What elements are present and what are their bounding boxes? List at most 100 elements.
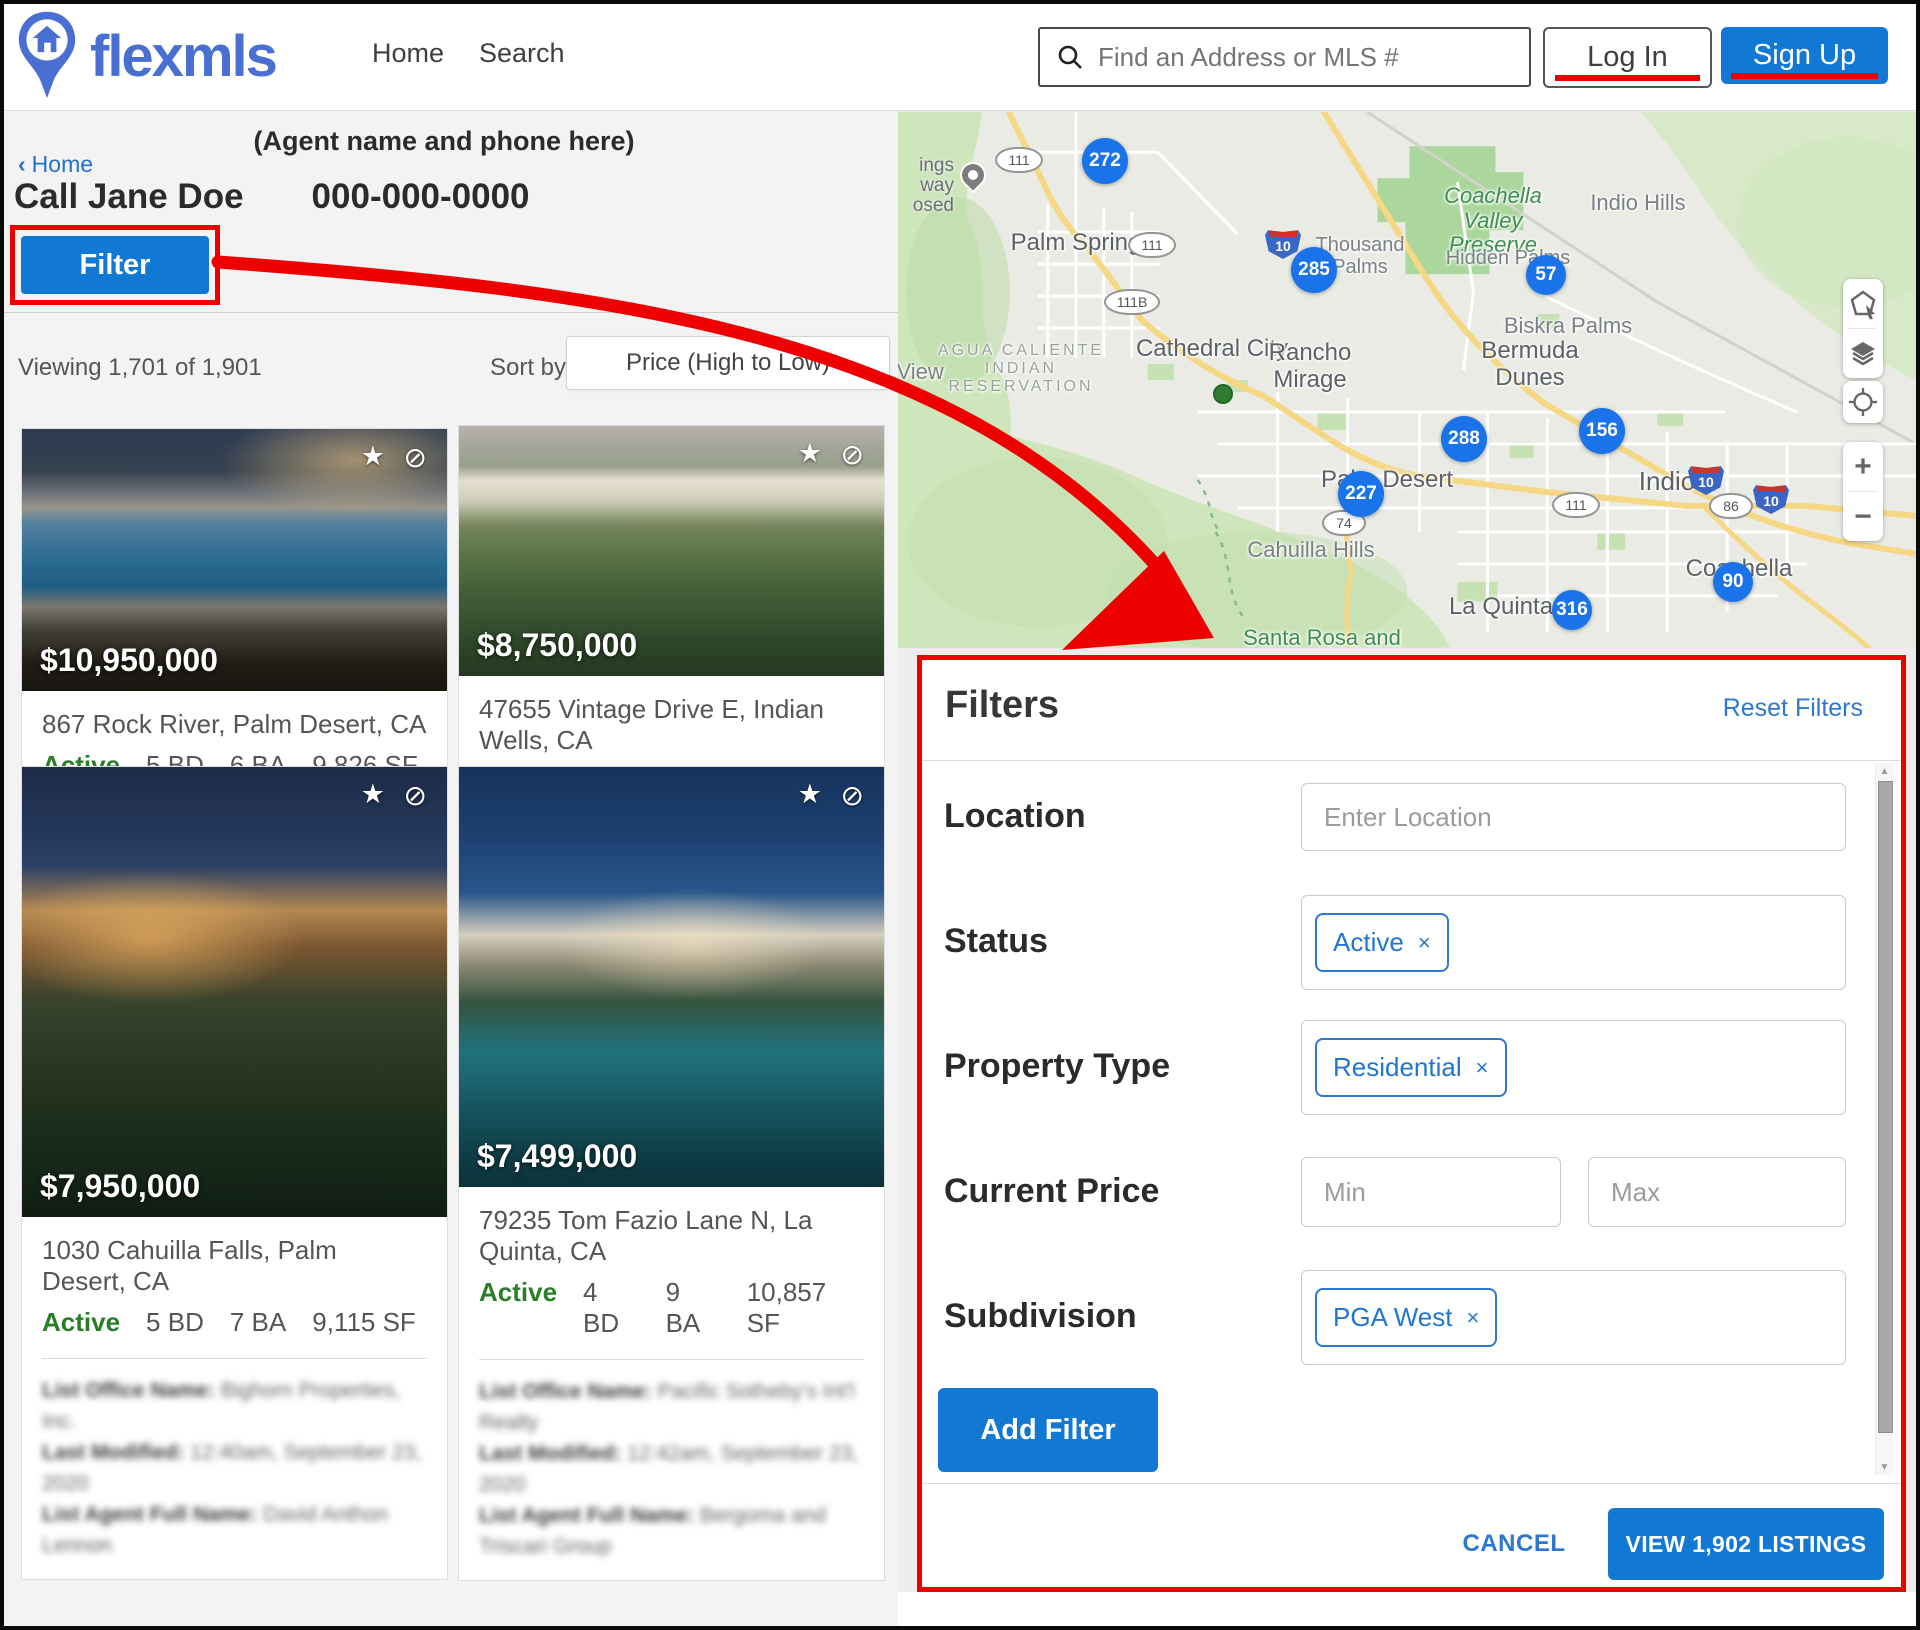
star-icon[interactable]: ★ (361, 779, 385, 810)
login-button[interactable]: Log In (1543, 27, 1712, 88)
listing-price: $7,950,000 (40, 1168, 200, 1205)
current-price-label: Current Price (944, 1172, 1159, 1211)
divider (479, 1359, 864, 1360)
star-icon[interactable]: ★ (798, 779, 822, 810)
cluster-marker[interactable]: 90 (1713, 562, 1753, 602)
listing-photo[interactable]: ★ ⊘ $10,950,000 (22, 429, 447, 691)
agent-phone[interactable]: 000-000-0000 (312, 177, 530, 217)
zoom-in-button[interactable]: + (1843, 442, 1883, 491)
listing-card[interactable]: ★ ⊘ $7,950,000 1030 Cahuilla Falls, Palm… (21, 766, 448, 1580)
listing-address: 1030 Cahuilla Falls, Palm Desert, CA (42, 1235, 427, 1297)
layers-button[interactable] (1843, 329, 1883, 378)
cluster-marker[interactable]: 285 (1291, 247, 1337, 293)
ban-icon[interactable]: ⊘ (841, 438, 864, 471)
listing-price: $10,950,000 (40, 642, 218, 679)
zoom-out-button[interactable]: − (1843, 492, 1883, 541)
close-icon[interactable]: × (1466, 1305, 1479, 1331)
listing-photo[interactable]: ★ ⊘ $7,499,000 (459, 767, 884, 1187)
property-type-label: Property Type (944, 1047, 1170, 1086)
layers-icon (1847, 338, 1879, 370)
locate-button[interactable] (1843, 381, 1883, 423)
search-input[interactable] (1096, 41, 1500, 74)
nav-search-link[interactable]: Search (479, 38, 565, 69)
baths: 9 BA (666, 1277, 721, 1339)
sort-dropdown[interactable]: Price (High to Low) (566, 336, 890, 390)
listing-photo[interactable]: ★ ⊘ $7,950,000 (22, 767, 447, 1217)
ban-icon[interactable]: ⊘ (404, 441, 427, 474)
nav-home-link[interactable]: Home (372, 38, 444, 69)
cluster-marker[interactable]: 272 (1082, 138, 1128, 184)
search-icon (1056, 43, 1084, 71)
status-badge: Active (479, 1277, 557, 1339)
beds: 4 BD (583, 1277, 640, 1339)
breadcrumb-home[interactable]: ‹Home (18, 151, 93, 178)
listing-address: 47655 Vintage Drive E, Indian Wells, CA (479, 694, 864, 756)
sqft: 10,857 SF (747, 1277, 864, 1339)
map-label-la-quinta: La Quinta (1449, 594, 1553, 621)
filters-title: Filters (945, 684, 1059, 727)
listing-photo[interactable]: ★ ⊘ $8,750,000 (459, 426, 884, 676)
single-listing-dot[interactable] (1213, 384, 1233, 404)
location-label: Location (944, 797, 1086, 836)
scroll-up-icon[interactable]: ▲ (1876, 763, 1893, 779)
close-icon[interactable]: × (1476, 1055, 1489, 1081)
draw-search-button[interactable] (1843, 279, 1883, 328)
map-label-rancho-mirage: Rancho Mirage (1269, 340, 1352, 394)
cluster-marker[interactable]: 227 (1338, 471, 1384, 517)
filters-panel: Filters Reset Filters Location Status Ac… (917, 655, 1906, 1592)
map-canvas[interactable]: Palm Springs Cathedral City Thousand Pal… (898, 112, 1916, 648)
star-icon[interactable]: ★ (361, 441, 385, 472)
listing-price: $7,499,000 (477, 1138, 637, 1175)
map-label-indio-hills: Indio Hills (1590, 191, 1685, 216)
agent-placeholder-note: (Agent name and phone here) (164, 126, 724, 157)
signup-button[interactable]: Sign Up (1721, 27, 1888, 84)
sqft: 9,115 SF (312, 1307, 416, 1338)
subdivision-field[interactable]: PGA West × (1301, 1270, 1846, 1365)
cluster-marker[interactable]: 288 (1441, 416, 1487, 462)
chevron-left-icon: ‹ (18, 151, 26, 177)
flexmls-logo[interactable]: flexmls (16, 8, 276, 105)
property-type-field[interactable]: Residential × (1301, 1020, 1846, 1115)
panel-scrollbar[interactable]: ▲ ▼ (1875, 763, 1893, 1475)
cluster-marker[interactable]: 316 (1552, 590, 1592, 630)
route-111-shield: 111 (1552, 492, 1600, 518)
cluster-marker[interactable]: 156 (1579, 408, 1625, 454)
agent-call-name: Call Jane Doe (14, 177, 244, 217)
map-pin-logo-icon (16, 8, 78, 105)
map-tools-group (1843, 279, 1883, 378)
filter-button[interactable]: Filter (21, 236, 209, 294)
add-filter-button[interactable]: Add Filter (938, 1388, 1158, 1472)
listing-address: 867 Rock River, Palm Desert, CA (42, 709, 427, 740)
blurred-listing-details: List Office Name: Pacific Sotheby's Int'… (479, 1376, 864, 1562)
address-search-field[interactable] (1038, 27, 1531, 87)
map-label-reservation: AGUA CALIENTE INDIAN RESERVATION (938, 342, 1104, 396)
price-min-input[interactable] (1301, 1157, 1561, 1227)
ban-icon[interactable]: ⊘ (841, 779, 864, 812)
zoom-in-icon: + (1854, 450, 1872, 484)
status-label: Status (944, 922, 1048, 961)
close-icon[interactable]: × (1418, 930, 1431, 956)
route-111b-shield: 111B (1104, 289, 1160, 315)
cluster-marker[interactable]: 57 (1526, 255, 1566, 295)
status-field[interactable]: Active × (1301, 895, 1846, 990)
location-input[interactable] (1301, 783, 1846, 851)
ban-icon[interactable]: ⊘ (404, 779, 427, 812)
cancel-button[interactable]: CANCEL (1449, 1524, 1579, 1564)
view-listings-button[interactable]: VIEW 1,902 LISTINGS (1608, 1508, 1884, 1580)
reset-filters-link[interactable]: Reset Filters (1723, 694, 1863, 723)
listing-card[interactable]: ★ ⊘ $7,499,000 79235 Tom Fazio Lane N, L… (458, 766, 885, 1581)
status-badge: Active (42, 1307, 120, 1338)
divider (922, 760, 1901, 761)
divider (42, 1358, 427, 1359)
price-max-input[interactable] (1588, 1157, 1846, 1227)
route-111-shield: 111 (1128, 232, 1176, 258)
map-label-bermuda-dunes: Bermuda Dunes (1481, 338, 1578, 392)
baths: 7 BA (230, 1307, 286, 1338)
scrollbar-thumb[interactable] (1878, 781, 1893, 1433)
beds: 5 BD (146, 1307, 204, 1338)
scroll-down-icon[interactable]: ▼ (1876, 1459, 1893, 1475)
map-label-santa-rosa: Santa Rosa and (1243, 626, 1401, 648)
locate-icon (1848, 387, 1878, 417)
star-icon[interactable]: ★ (798, 438, 822, 469)
listing-address: 79235 Tom Fazio Lane N, La Quinta, CA (479, 1205, 864, 1267)
